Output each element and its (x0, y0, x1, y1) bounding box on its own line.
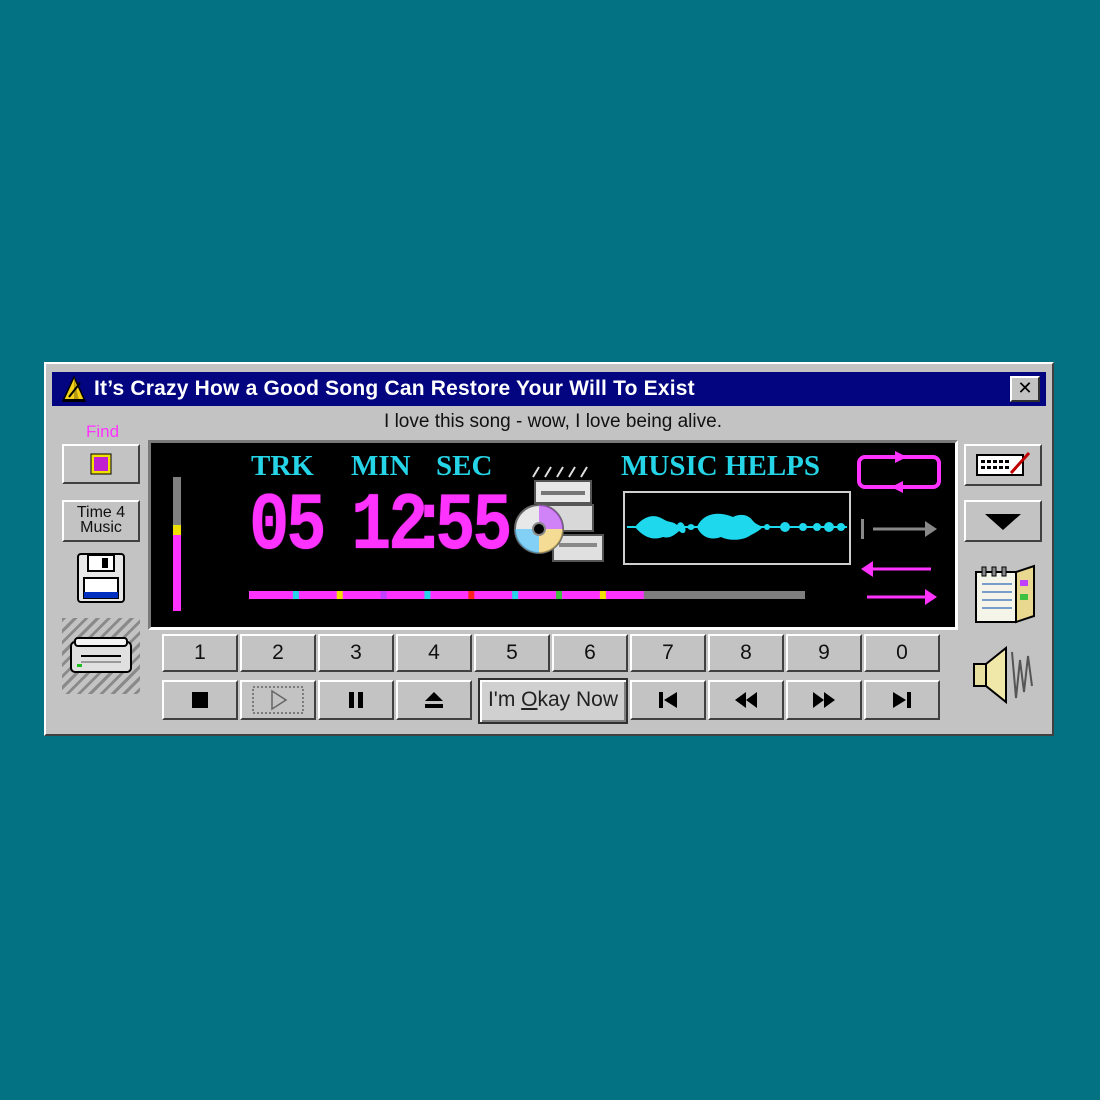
eject-button[interactable] (396, 680, 472, 720)
next-track-arrow-icon[interactable] (859, 517, 939, 541)
metronome-icon (61, 375, 87, 402)
repeat-icon[interactable] (855, 449, 943, 493)
stop-button[interactable] (162, 680, 238, 720)
progress-marker (599, 591, 606, 599)
track-button-3[interactable]: 3 (318, 634, 394, 672)
rewind-icon (735, 692, 757, 708)
play-button[interactable] (240, 680, 316, 720)
next-track-button[interactable] (864, 680, 940, 720)
previous-track-button[interactable] (630, 680, 706, 720)
floppy-disk-icon[interactable] (76, 552, 126, 604)
title-bar[interactable]: It’s Crazy How a Good Song Can Restore Y… (52, 372, 1046, 406)
eject-icon (425, 692, 443, 708)
okay-suffix: kay Now (537, 688, 619, 711)
skip-forward-icon (893, 692, 911, 708)
triangle-down-icon (985, 514, 1021, 530)
pause-button[interactable] (318, 680, 394, 720)
track-button-5[interactable]: 5 (474, 634, 550, 672)
find-button[interactable] (62, 444, 140, 484)
volume-meter[interactable] (171, 477, 185, 611)
track-label: TRK (251, 450, 314, 482)
lcd-display: TRK MIN SEC 05 12 : 55 MUSIC HELPS (148, 440, 958, 630)
find-square-icon (90, 453, 112, 475)
notebook-icon[interactable] (972, 564, 1038, 626)
disk-drive-icon (70, 637, 132, 673)
rewind-button[interactable] (708, 680, 784, 720)
progress-fill (249, 591, 644, 599)
seconds-value: 55 (435, 480, 512, 573)
track-button-9[interactable]: 9 (786, 634, 862, 672)
skip-back-icon (659, 692, 677, 708)
cd-computer-icon (514, 466, 604, 562)
play-icon (252, 686, 304, 714)
progress-marker (292, 591, 299, 599)
minutes-label: MIN (351, 450, 411, 482)
dropdown-button[interactable] (964, 500, 1042, 542)
okay-prefix: I'm (487, 688, 522, 711)
brand-label: MUSIC HELPS (621, 450, 821, 482)
time-4-music-button[interactable]: Time 4 Music (62, 500, 140, 542)
track-button-8[interactable]: 8 (708, 634, 784, 672)
find-label: Find (86, 422, 120, 441)
time-4-music-line1: Time 4 (76, 504, 126, 521)
progress-bar[interactable] (249, 589, 805, 601)
im-okay-now-button[interactable]: I'm Okay Now (478, 678, 628, 724)
edit-playlist-icon (976, 451, 1031, 476)
progress-marker (424, 591, 431, 599)
drive-button[interactable] (62, 618, 140, 694)
progress-marker (468, 591, 475, 599)
fast-forward-button[interactable] (786, 680, 862, 720)
speaker-icon[interactable] (970, 640, 1040, 710)
progress-marker (336, 591, 343, 599)
track-button-0[interactable]: 0 (864, 634, 940, 672)
seconds-label: SEC (436, 450, 493, 482)
status-message: I love this song - wow, I love being ali… (384, 411, 722, 432)
progress-marker (380, 591, 387, 599)
track-button-7[interactable]: 7 (630, 634, 706, 672)
close-button[interactable]: ✕ (1010, 376, 1040, 402)
track-button-1[interactable]: 1 (162, 634, 238, 672)
okay-underlined: O (521, 688, 538, 711)
fast-forward-icon (813, 692, 835, 708)
track-number: 05 (249, 480, 326, 573)
pause-icon (349, 692, 363, 708)
progress-marker (556, 591, 563, 599)
progress-marker (512, 591, 519, 599)
stop-icon (192, 692, 208, 708)
track-button-6[interactable]: 6 (552, 634, 628, 672)
window-title: It’s Crazy How a Good Song Can Restore Y… (94, 377, 695, 400)
track-button-4[interactable]: 4 (396, 634, 472, 672)
shuffle-arrows-icon[interactable] (859, 559, 939, 609)
time-4-music-line2: Music (80, 519, 122, 536)
cd-player-window: It’s Crazy How a Good Song Can Restore Y… (44, 362, 1054, 736)
edit-playlist-button[interactable] (964, 444, 1042, 486)
track-button-2[interactable]: 2 (240, 634, 316, 672)
waveform-display (623, 491, 851, 565)
